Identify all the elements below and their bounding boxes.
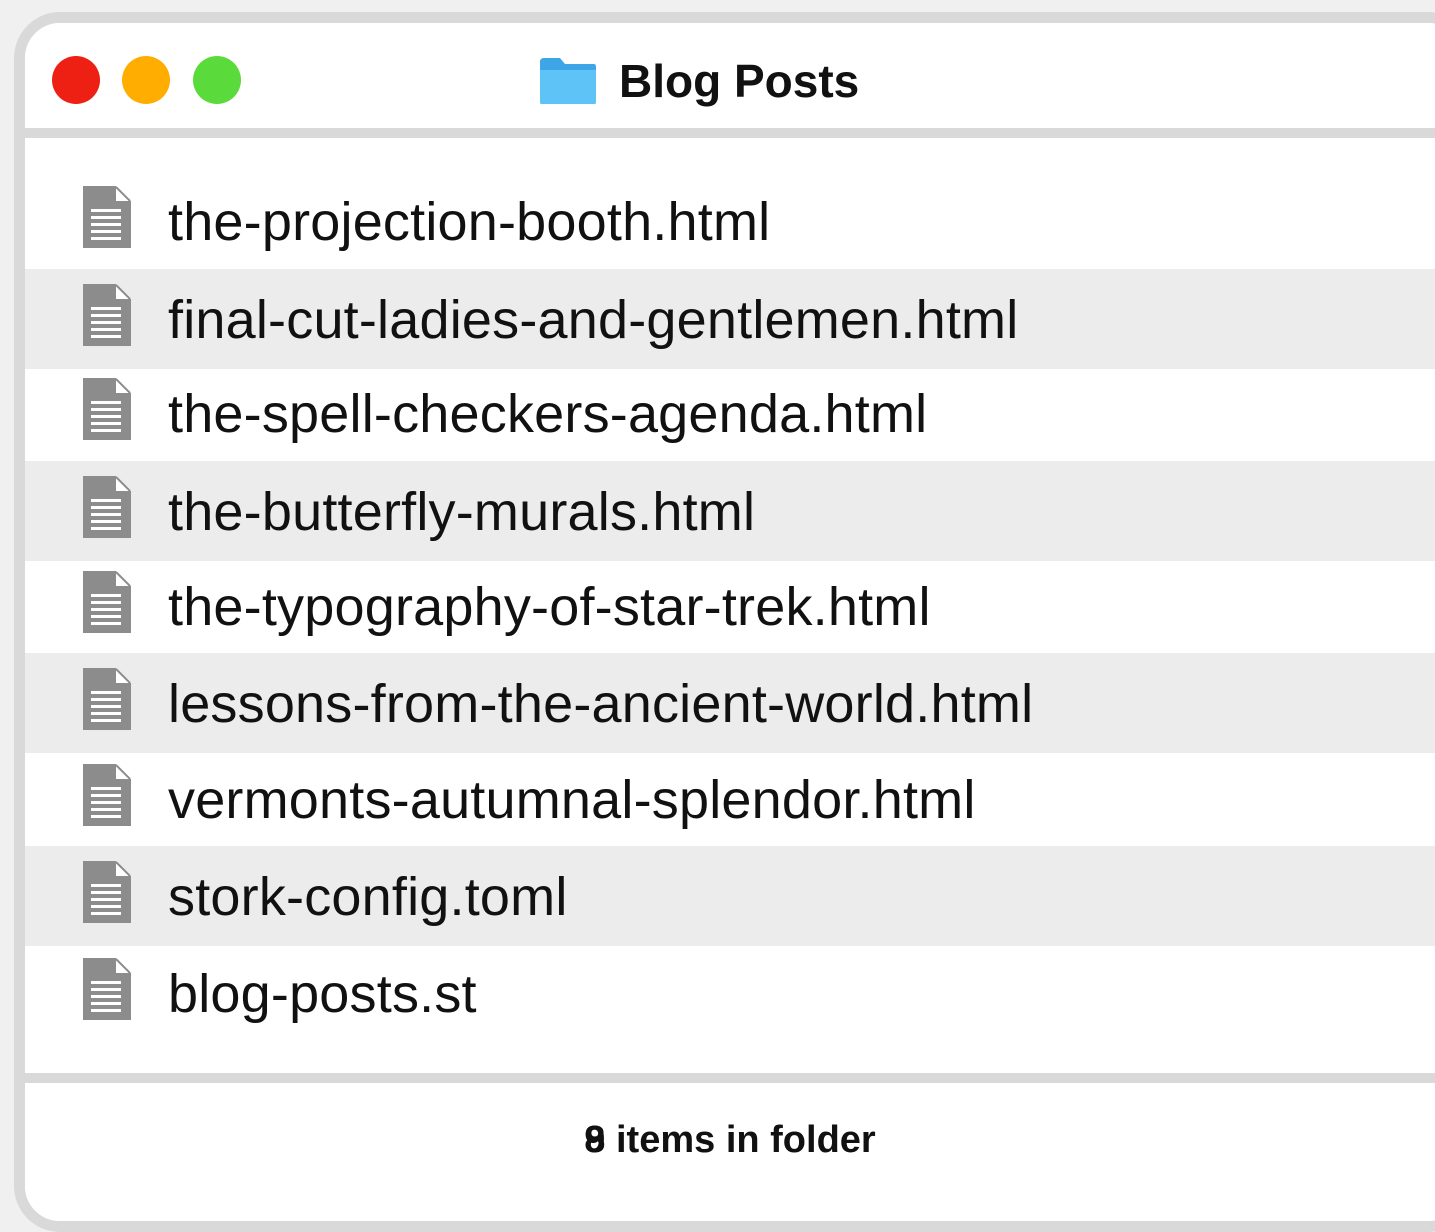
document-icon [83,186,131,248]
item-count: 9 8 items in folder [25,1119,1435,1162]
file-row[interactable]: final-cut-ladies-and-gentlemen.html [25,269,1435,369]
file-name: vermonts-autumnal-splendor.html [168,770,976,830]
document-icon [83,764,131,826]
file-name: the-butterfly-murals.html [168,482,756,542]
file-row[interactable]: stork-config.toml [25,846,1435,946]
document-icon [83,958,131,1020]
minimize-button[interactable] [122,56,170,104]
file-name: stork-config.toml [168,867,568,927]
document-icon [83,284,131,346]
file-name: blog-posts.st [168,964,477,1024]
item-count-digit-overprint: 9 [584,1119,606,1161]
file-name: the-projection-booth.html [168,192,771,252]
window-title-group: Blog Posts [538,53,859,109]
file-name: the-spell-checkers-agenda.html [168,384,928,444]
file-name: final-cut-ladies-and-gentlemen.html [168,290,1019,350]
file-name: lessons-from-the-ancient-world.html [168,674,1034,734]
file-row[interactable]: the-typography-of-star-trek.html [25,560,1435,656]
file-row[interactable]: vermonts-autumnal-splendor.html [25,753,1435,849]
file-row[interactable]: the-projection-booth.html [25,175,1435,271]
document-icon [83,476,131,538]
item-count-label: 8 items in folder [584,1119,876,1161]
title-bar: Blog Posts [25,23,1435,138]
finder-window: Blog Posts the-projection-booth.html fina… [14,12,1435,1232]
status-bar: 9 8 items in folder [25,1073,1435,1221]
document-icon [83,571,131,633]
window-title: Blog Posts [619,55,860,107]
document-icon [83,378,131,440]
file-name: the-typography-of-star-trek.html [168,577,931,637]
file-row[interactable]: lessons-from-the-ancient-world.html [25,653,1435,753]
close-button[interactable] [52,56,100,104]
document-icon [83,668,131,730]
document-icon [83,861,131,923]
file-row[interactable]: the-spell-checkers-agenda.html [25,367,1435,463]
zoom-button[interactable] [193,56,241,104]
file-row[interactable]: the-butterfly-murals.html [25,461,1435,561]
folder-icon [540,58,596,104]
file-row[interactable]: blog-posts.st [25,947,1435,1043]
